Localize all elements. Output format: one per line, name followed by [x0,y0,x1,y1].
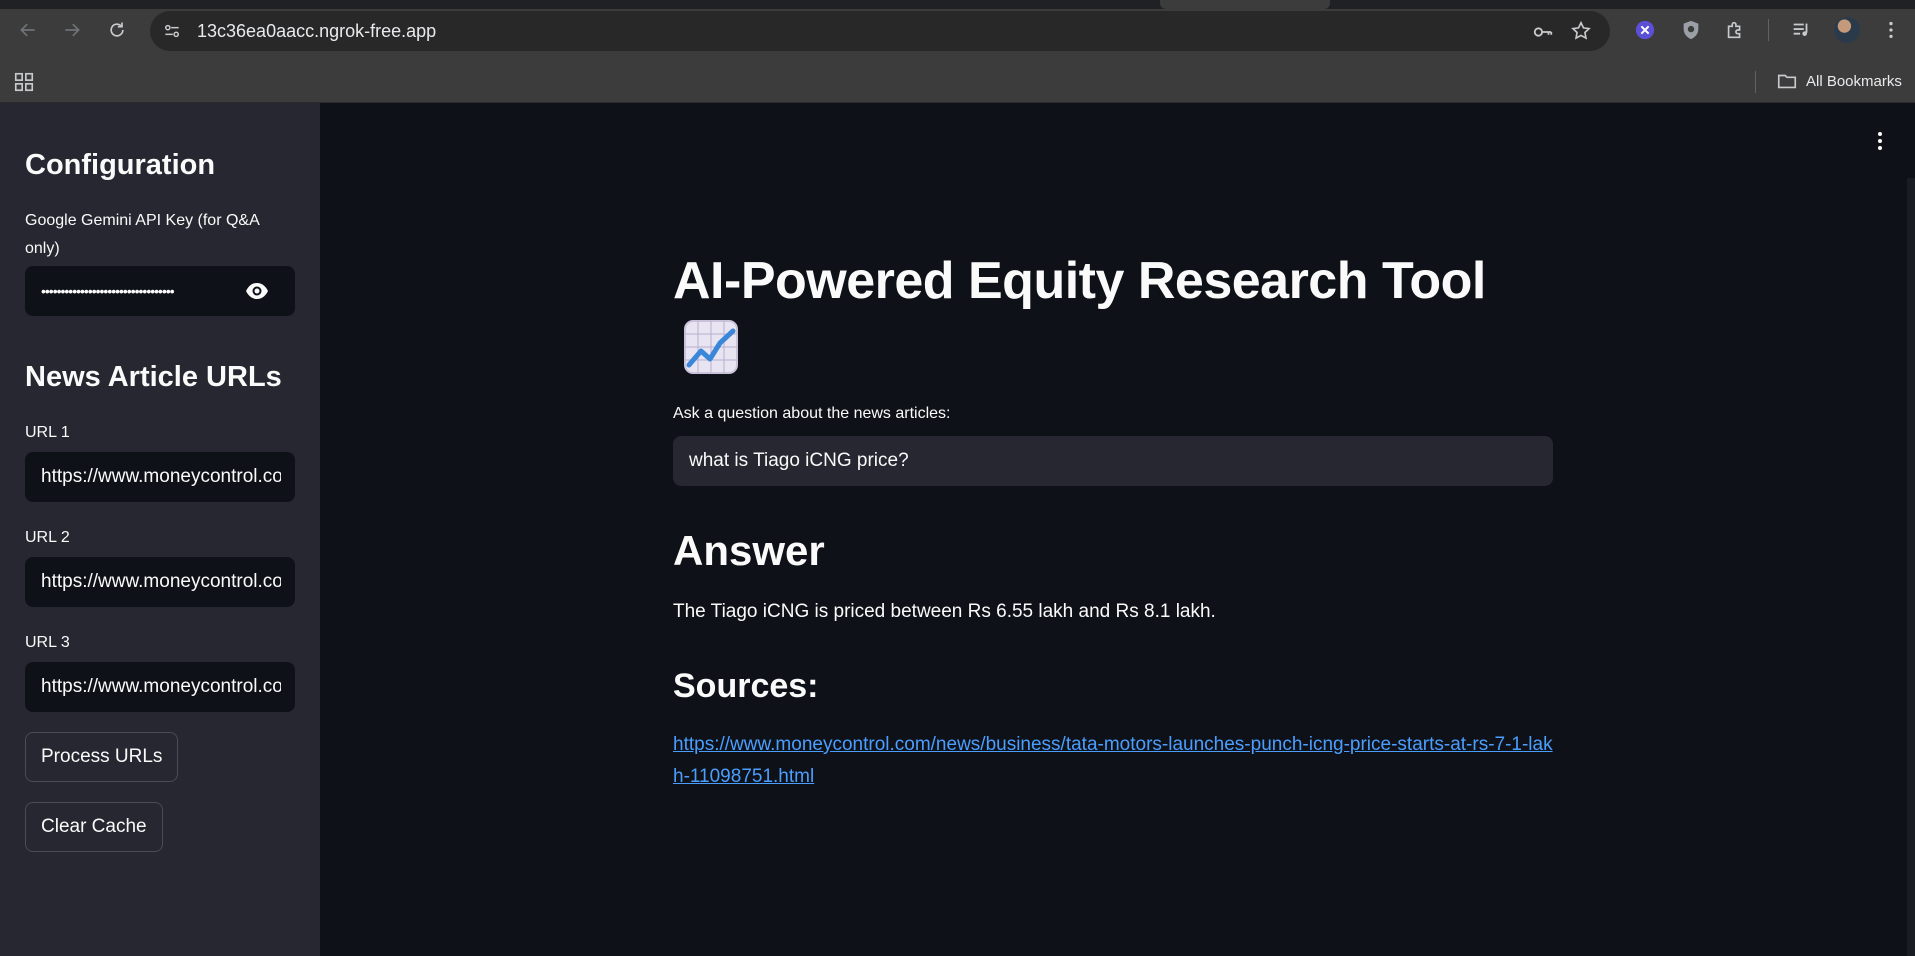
url-1-field[interactable] [25,452,295,502]
configuration-heading: Configuration [25,149,216,181]
apps-grid-icon[interactable] [13,71,35,93]
answer-text: The Tiago iCNG is priced between Rs 6.55… [673,601,1216,622]
clear-cache-button[interactable]: Clear Cache [25,802,163,852]
tab-strip [0,0,1915,9]
app-menu-icon[interactable] [1868,129,1892,153]
bookmarks-divider [1755,71,1756,93]
process-urls-button[interactable]: Process URLs [25,732,179,782]
shield-extension-icon[interactable] [1678,17,1704,43]
page-title: AI-Powered Equity Research Tool [673,252,1486,310]
reload-button[interactable] [101,14,133,46]
url-1-input[interactable] [41,452,281,502]
answer-heading: Answer [673,527,825,574]
profile-avatar[interactable] [1834,17,1860,43]
bookmarks-bar: All Bookmarks [0,62,1915,103]
puzzle-extensions-icon[interactable] [1722,17,1748,43]
sources-heading: Sources: [673,667,819,705]
url-3-field[interactable] [25,662,295,712]
address-bar[interactable]: 13c36ea0aacc.ngrok-free.app [150,11,1610,51]
bookmark-star-icon[interactable] [1570,20,1592,42]
arrow-right-icon [65,23,80,37]
address-url[interactable]: 13c36ea0aacc.ngrok-free.app [197,21,436,42]
forward-button[interactable] [56,14,88,46]
arrow-left-icon [20,23,35,37]
question-label: Ask a question about the news articles: [673,405,951,422]
url-3-label: URL 3 [25,634,70,651]
media-controls-icon[interactable] [1788,17,1814,43]
toolbar-divider [1768,19,1769,41]
chart-increasing-icon [684,320,738,374]
browser-toolbar: 13c36ea0aacc.ngrok-free.app [0,0,1915,62]
all-bookmarks-label: All Bookmarks [1806,72,1902,90]
folder-icon [1777,74,1797,89]
question-input[interactable] [689,436,1539,486]
question-field[interactable] [673,436,1553,486]
news-urls-heading: News Article URLs [25,361,282,393]
site-settings-icon[interactable] [162,21,182,41]
url-3-input[interactable] [41,662,281,712]
extension-1-icon[interactable] [1632,17,1658,43]
main-content: AI-Powered Equity Research Tool Ask a qu… [320,103,1915,956]
url-2-label: URL 2 [25,529,70,546]
api-key-field[interactable] [25,266,295,316]
sidebar: Configuration Google Gemini API Key (for… [0,103,320,956]
url-1-label: URL 1 [25,424,70,441]
url-2-input[interactable] [41,557,281,607]
api-key-label: Google Gemini API Key (for Q&A only) [25,212,259,257]
active-tab[interactable] [1160,0,1330,9]
url-2-field[interactable] [25,557,295,607]
source-link[interactable]: https://www.moneycontrol.com/news/busine… [673,729,1553,793]
scrollbar[interactable] [1907,178,1915,956]
all-bookmarks-button[interactable]: All Bookmarks [1776,70,1902,92]
reload-icon [110,22,124,37]
password-key-icon[interactable] [1532,21,1554,43]
browser-menu-icon[interactable] [1878,17,1904,43]
back-button[interactable] [12,14,44,46]
eye-icon[interactable] [245,281,269,301]
